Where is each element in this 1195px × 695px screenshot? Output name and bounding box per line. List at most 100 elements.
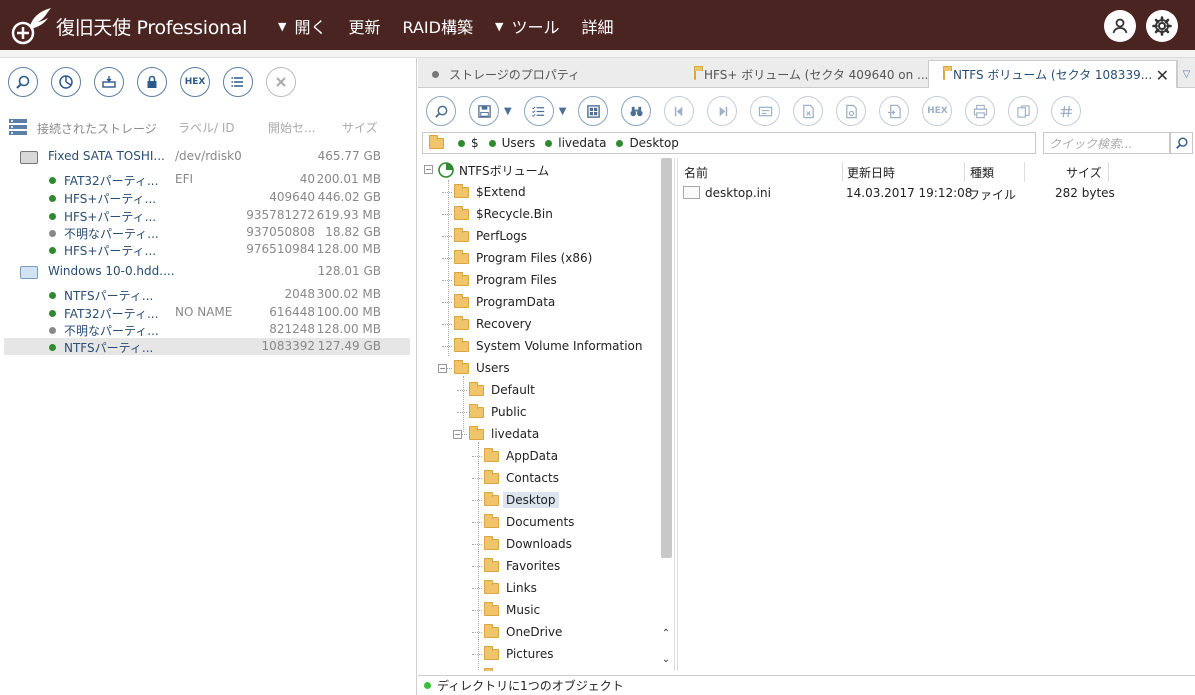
tree-folder-item[interactable]: Downloads xyxy=(484,534,572,554)
tree-connector xyxy=(472,456,482,457)
tree-folder-item[interactable]: livedata xyxy=(469,424,539,444)
file-settings-button[interactable] xyxy=(836,96,867,126)
start-sector-column-header[interactable]: 開始セ... xyxy=(268,119,315,136)
partition-row[interactable]: NTFSパーティ... 2048 300.02 MB xyxy=(4,286,410,303)
breadcrumb-segment[interactable]: Desktop xyxy=(616,136,679,150)
label-column-header[interactable]: ラベル/ ID xyxy=(178,119,235,136)
tree-folder-item-partial[interactable] xyxy=(484,666,506,671)
tree-folder-item[interactable]: Music xyxy=(484,600,540,620)
tab-label: ストレージのプロパティ xyxy=(449,67,581,82)
export-button[interactable] xyxy=(879,96,910,126)
tree-root[interactable]: NTFSボリューム xyxy=(438,160,549,180)
tree-folder-item[interactable]: AppData xyxy=(484,446,558,466)
tree-folder-item[interactable]: Links xyxy=(484,578,537,598)
size-column-header[interactable]: サイズ xyxy=(1066,164,1102,181)
file-row[interactable]: desktop.ini 14.03.2017 19:12:08 ファイル 282… xyxy=(678,183,1195,203)
lock-button[interactable] xyxy=(137,67,167,97)
tree-scrollbar[interactable]: ⌃ ⌄ xyxy=(659,158,673,671)
type-column-header[interactable]: 種類 xyxy=(970,164,994,181)
next-button[interactable] xyxy=(707,96,738,126)
tree-folder-item[interactable]: Users xyxy=(454,358,510,378)
delete-file-button[interactable] xyxy=(793,96,824,126)
tab-storage-properties[interactable]: ストレージのプロパティ xyxy=(418,60,680,88)
breadcrumb-segment[interactable]: $ xyxy=(458,136,479,150)
list-view-button[interactable] xyxy=(223,67,253,97)
tree-folder-item[interactable]: System Volume Information xyxy=(454,336,642,356)
close-storage-button[interactable] xyxy=(266,67,296,97)
tree-folder-item[interactable]: OneDrive xyxy=(484,622,562,642)
tree-folder-item[interactable]: Pictures xyxy=(484,644,554,664)
collapse-toggle[interactable]: − xyxy=(438,364,447,373)
tree-folder-item[interactable]: Program Files (x86) xyxy=(454,248,592,268)
scroll-up-arrow-icon[interactable]: ⌃ xyxy=(659,628,673,639)
partition-row[interactable]: FAT32パーティ... NO NAME 616448 100.00 MB xyxy=(4,304,410,321)
hex-viewer-button[interactable]: HEX xyxy=(180,67,210,97)
preview-button[interactable] xyxy=(578,96,609,126)
compare-button[interactable] xyxy=(1008,96,1039,126)
partition-row[interactable]: HFS+パーティ... 409640 446.02 GB xyxy=(4,189,410,206)
view-options-dropdown[interactable]: ▼ xyxy=(559,106,567,117)
tab-overflow-button[interactable]: ▽ xyxy=(1177,60,1195,88)
hex-view-button[interactable]: HEX xyxy=(922,96,953,126)
search-files-button[interactable] xyxy=(426,96,456,126)
tree-folder-item[interactable]: PerfLogs xyxy=(454,226,527,246)
tree-folder-item[interactable]: Documents xyxy=(484,512,574,532)
scroll-thumb[interactable] xyxy=(661,158,672,558)
disk-scan-button[interactable] xyxy=(51,67,81,97)
tree-folder-item[interactable]: Contacts xyxy=(484,468,559,488)
view-mode-button[interactable] xyxy=(523,96,554,126)
name-column-header[interactable]: 名前 xyxy=(684,164,708,181)
previous-button[interactable] xyxy=(664,96,695,126)
menu-tools[interactable]: ▼ ツール xyxy=(495,14,559,38)
partition-row[interactable]: FAT32パーティ... EFI 40 200.01 MB xyxy=(4,171,410,188)
search-storage-button[interactable] xyxy=(8,67,38,97)
partition-row[interactable]: HFS+パーティ... 976510984 128.00 MB xyxy=(4,241,410,258)
tree-folder-label: Contacts xyxy=(506,471,559,485)
search-button[interactable] xyxy=(1170,132,1193,154)
scroll-down-arrow-icon[interactable]: ⌄ xyxy=(659,654,673,665)
user-account-button[interactable] xyxy=(1104,10,1136,42)
partition-row[interactable]: 不明なパーティ... 937050808 18.82 GB xyxy=(4,224,410,241)
properties-button[interactable] xyxy=(750,96,781,126)
partition-name: HFS+パーティ... xyxy=(64,210,157,224)
modified-column-header[interactable]: 更新日時 xyxy=(847,164,895,181)
menu-refresh[interactable]: 更新 xyxy=(348,14,380,38)
partition-row[interactable]: HFS+パーティ... 935781272 619.93 MB xyxy=(4,207,410,224)
menu-raid[interactable]: RAID構築 xyxy=(403,14,473,38)
tree-folder-item[interactable]: Default xyxy=(469,380,535,400)
save-button[interactable] xyxy=(469,96,499,126)
tree-folder-item[interactable]: ProgramData xyxy=(454,292,555,312)
tab-ntfs-volume[interactable]: NTFS ボリューム (セクタ 108339... xyxy=(928,60,1177,88)
image-disk-button[interactable] xyxy=(94,67,124,97)
find-button[interactable] xyxy=(621,96,652,126)
tree-folder-item[interactable]: Desktop xyxy=(484,490,559,510)
tree-folder-item[interactable]: Public xyxy=(469,402,527,422)
settings-button[interactable] xyxy=(1146,10,1178,42)
collapse-toggle[interactable]: − xyxy=(424,165,433,174)
menu-details[interactable]: 詳細 xyxy=(581,14,613,38)
tab-bar: ストレージのプロパティ HFS+ ボリューム (セクタ 409640 on ..… xyxy=(418,58,1195,88)
partition-status-dot xyxy=(49,344,56,351)
tree-folder-item[interactable]: $Recycle.Bin xyxy=(454,204,553,224)
tree-connector xyxy=(442,346,452,347)
tree-folder-item[interactable]: Program Files xyxy=(454,270,557,290)
tree-folder-item[interactable]: Favorites xyxy=(484,556,560,576)
hash-button[interactable] xyxy=(1051,96,1082,126)
save-options-dropdown[interactable]: ▼ xyxy=(504,106,512,117)
menu-open[interactable]: ▼ 開く xyxy=(278,14,326,38)
storage-disk-row[interactable]: Fixed SATA TOSHI... /dev/rdisk0 465.77 GB xyxy=(4,148,410,165)
tree-folder-item[interactable]: Recovery xyxy=(454,314,532,334)
tree-connector xyxy=(472,654,482,655)
quick-search-input[interactable]: クイック検索... xyxy=(1043,132,1170,154)
tab-hfs-volume[interactable]: HFS+ ボリューム (セクタ 409640 on ... xyxy=(680,60,928,88)
print-button[interactable] xyxy=(965,96,996,126)
partition-row[interactable]: NTFSパーティ... 1083392 127.49 GB xyxy=(4,338,410,355)
tree-folder-item[interactable]: $Extend xyxy=(454,182,526,202)
partition-row[interactable]: 不明なパーティ... 821248 128.00 MB xyxy=(4,321,410,338)
size-column-header[interactable]: サイズ xyxy=(342,119,378,136)
breadcrumb-segment[interactable]: livedata xyxy=(545,136,606,150)
close-tab-button[interactable]: ✕ xyxy=(1156,66,1169,85)
breadcrumb-segment[interactable]: Users xyxy=(488,136,535,150)
storage-disk-row[interactable]: Windows 10-0.hdd.... 128.01 GB xyxy=(4,263,410,280)
collapse-toggle[interactable]: − xyxy=(453,430,462,439)
